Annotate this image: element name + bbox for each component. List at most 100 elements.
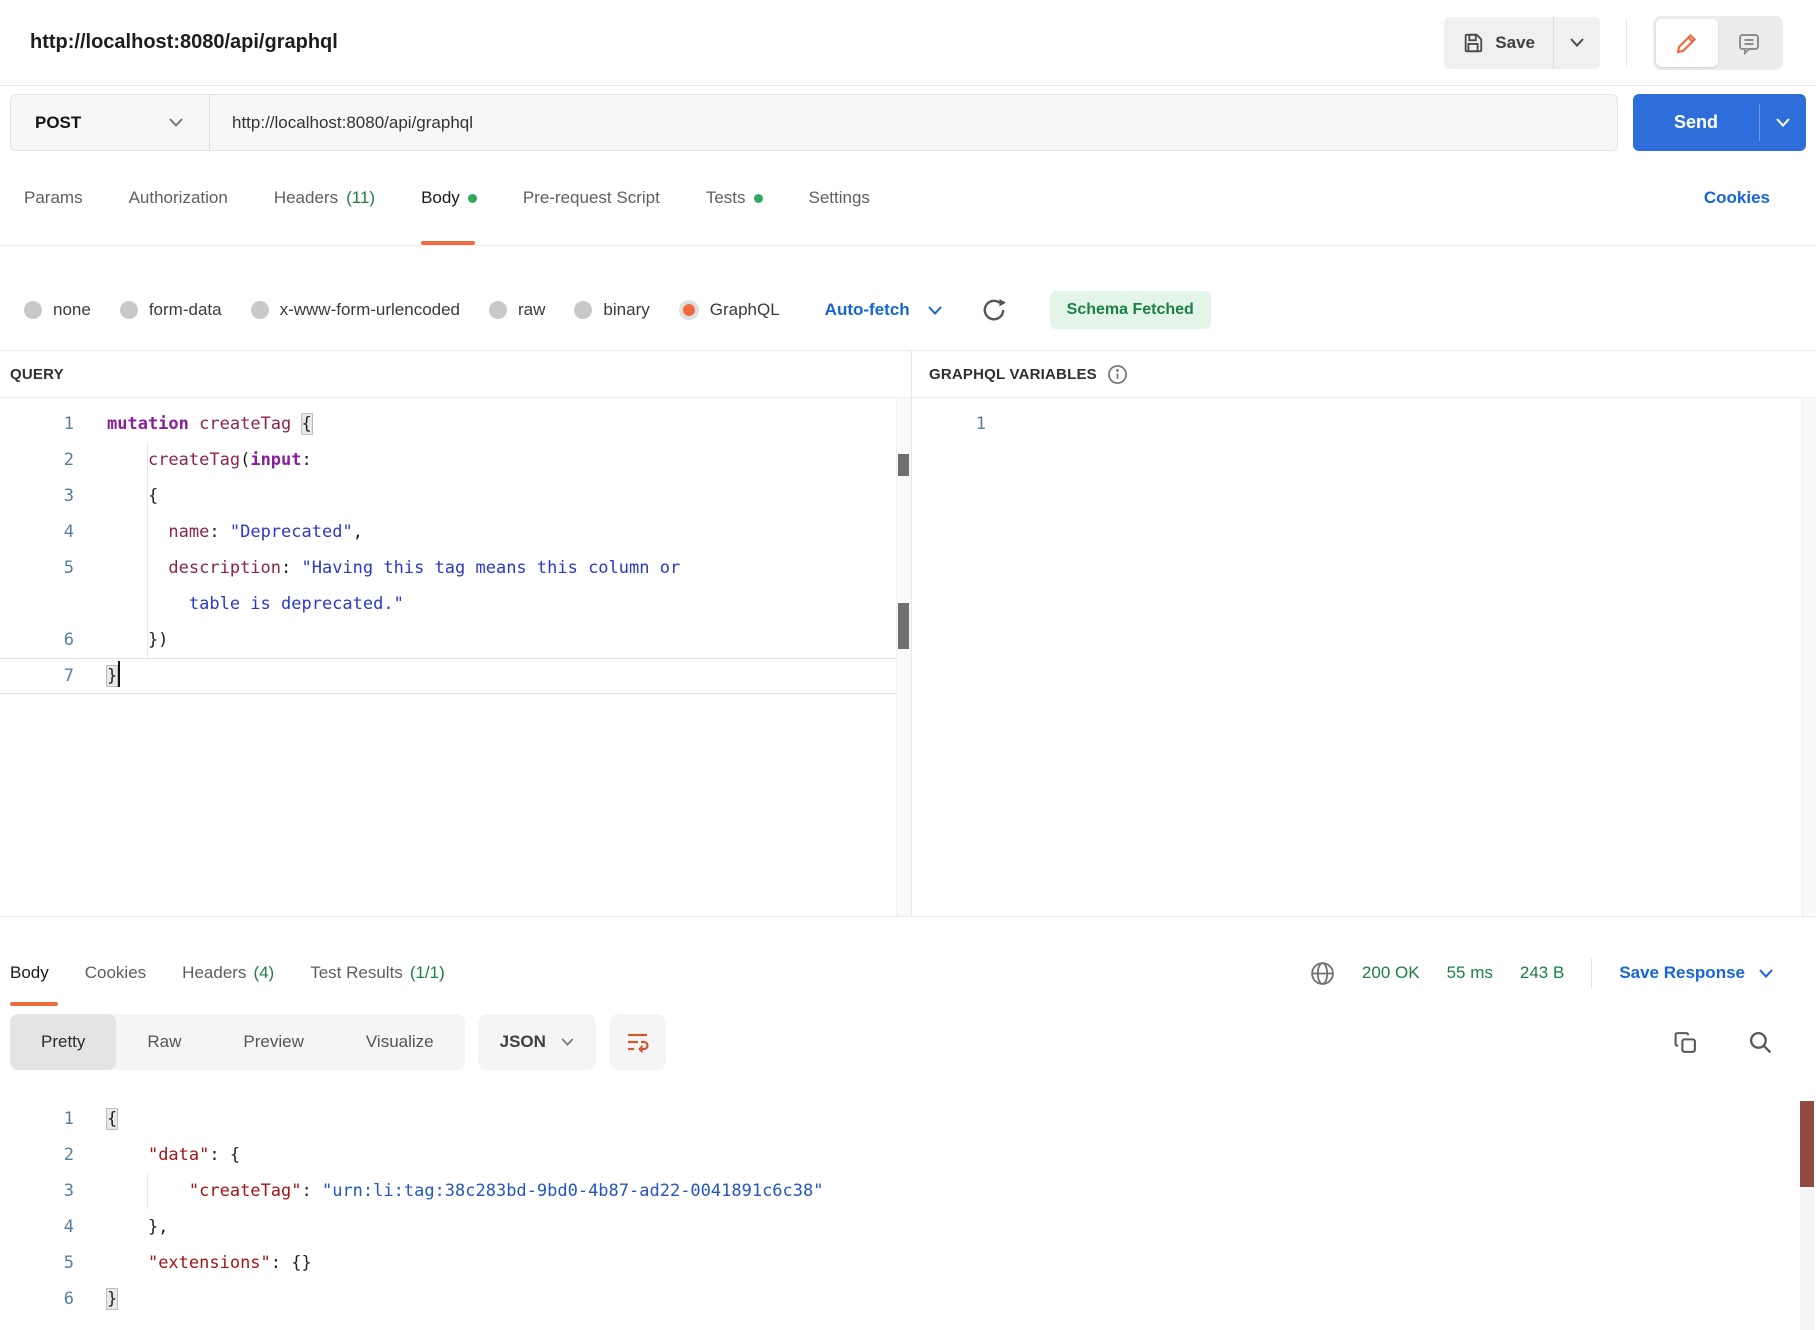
variables-editor[interactable]: 1 — [912, 397, 1816, 916]
chevron-down-icon — [561, 1038, 574, 1046]
view-visualize[interactable]: Visualize — [335, 1014, 465, 1070]
radio-icon — [251, 301, 269, 319]
response-tab-test-results[interactable]: Test Results(1/1) — [310, 940, 445, 1006]
save-response-button[interactable]: Save Response — [1619, 963, 1773, 983]
wrap-text-icon — [626, 1030, 650, 1054]
comment-icon — [1737, 31, 1761, 55]
response-time: 55 ms — [1447, 963, 1493, 983]
code-line: 2 "data": { — [0, 1137, 1816, 1173]
response-section: Body Cookies Headers(4) Test Results(1/1… — [0, 917, 1816, 1330]
tab-body[interactable]: Body — [421, 151, 477, 245]
pencil-icon — [1675, 31, 1699, 55]
send-button[interactable]: Send — [1633, 94, 1759, 151]
mode-x-www-form-urlencoded[interactable]: x-www-form-urlencoded — [251, 300, 460, 320]
radio-icon — [574, 301, 592, 319]
code-line: 4 name: "Deprecated", — [0, 514, 911, 550]
response-headers-count: (4) — [253, 963, 274, 983]
save-label: Save — [1495, 33, 1535, 53]
query-editor[interactable]: 1mutation createTag {2 createTag(input:3… — [0, 397, 911, 916]
wrap-text-button[interactable] — [610, 1014, 666, 1070]
code-line: 3 { — [0, 478, 911, 514]
refresh-icon — [981, 297, 1007, 323]
request-title: http://localhost:8080/api/graphql — [30, 31, 1444, 54]
line-number: 2 — [0, 442, 74, 478]
view-pretty[interactable]: Pretty — [10, 1014, 116, 1070]
line-number: 4 — [0, 1209, 74, 1245]
response-view-switcher: Pretty Raw Preview Visualize — [10, 1014, 465, 1070]
tab-settings[interactable]: Settings — [809, 151, 870, 245]
line-number: 5 — [0, 1245, 74, 1281]
line-number: 7 — [0, 658, 74, 694]
chevron-down-icon — [1776, 118, 1790, 127]
url-bar: POST http://localhost:8080/api/graphql — [10, 94, 1618, 151]
response-tabs-row: Body Cookies Headers(4) Test Results(1/1… — [0, 940, 1816, 1006]
mode-raw[interactable]: raw — [489, 300, 545, 320]
code-line: 5 description: "Having this tag means th… — [0, 550, 911, 586]
mode-form-data[interactable]: form-data — [120, 300, 222, 320]
mode-graphql[interactable]: GraphQL — [679, 300, 780, 320]
tab-headers[interactable]: Headers(11) — [274, 151, 375, 245]
query-scrollbar[interactable] — [896, 398, 911, 916]
variables-panel-header: GRAPHQL VARIABLES — [912, 351, 1816, 397]
line-number: 6 — [0, 622, 74, 658]
method-select[interactable]: POST — [11, 95, 209, 150]
variables-scrollbar[interactable] — [1802, 398, 1816, 916]
view-raw[interactable]: Raw — [116, 1014, 212, 1070]
app-header: http://localhost:8080/api/graphql Save — [0, 0, 1816, 86]
chevron-down-icon — [1759, 969, 1773, 978]
code-line: 3 "createTag": "urn:li:tag:38c283bd-9bd0… — [0, 1173, 1816, 1209]
tab-params[interactable]: Params — [24, 151, 83, 245]
variables-label: GRAPHQL VARIABLES — [929, 366, 1097, 383]
tests-modified-dot — [754, 194, 763, 203]
refresh-schema-button[interactable] — [981, 297, 1007, 323]
test-results-count: (1/1) — [410, 963, 445, 983]
radio-icon — [120, 301, 138, 319]
scrollbar-thumb[interactable] — [1800, 1101, 1814, 1187]
response-tab-cookies[interactable]: Cookies — [85, 940, 146, 1006]
code-line: table is deprecated." — [0, 586, 911, 622]
response-tab-headers[interactable]: Headers(4) — [182, 940, 274, 1006]
mode-none[interactable]: none — [24, 300, 91, 320]
search-button[interactable] — [1748, 1030, 1773, 1055]
send-dropdown-button[interactable] — [1760, 94, 1806, 151]
cookies-link[interactable]: Cookies — [1704, 188, 1770, 208]
variables-panel: GRAPHQL VARIABLES 1 — [912, 351, 1816, 916]
mode-binary[interactable]: binary — [574, 300, 649, 320]
globe-icon — [1310, 961, 1335, 986]
divider — [1626, 20, 1627, 66]
save-dropdown-button[interactable] — [1554, 17, 1600, 69]
auto-fetch-select[interactable]: Auto-fetch — [825, 300, 942, 320]
response-size: 243 B — [1520, 963, 1564, 983]
response-scrollbar[interactable] — [1800, 1101, 1814, 1330]
view-preview[interactable]: Preview — [212, 1014, 334, 1070]
query-panel: QUERY 1mutation createTag {2 createTag(i… — [0, 351, 912, 916]
response-tab-body[interactable]: Body — [10, 940, 49, 1006]
copy-icon — [1673, 1030, 1698, 1055]
code-line: 6} — [0, 1281, 1816, 1317]
chevron-down-icon — [169, 118, 183, 127]
response-meta: 200 OK 55 ms 243 B Save Response — [1310, 958, 1773, 988]
save-button[interactable]: Save — [1444, 17, 1553, 69]
response-body-editor[interactable]: 1{2 "data": {3 "createTag": "urn:li:tag:… — [0, 1101, 1816, 1317]
scrollbar-mark — [898, 454, 909, 476]
comments-button[interactable] — [1718, 19, 1780, 67]
edit-button[interactable] — [1656, 19, 1718, 67]
tab-tests[interactable]: Tests — [706, 151, 763, 245]
save-icon — [1462, 32, 1484, 54]
code-line: 1{ — [0, 1101, 1816, 1137]
chevron-down-icon — [928, 306, 942, 315]
tab-authorization[interactable]: Authorization — [129, 151, 228, 245]
copy-button[interactable] — [1673, 1030, 1698, 1055]
line-number: 1 — [0, 1101, 74, 1137]
url-input[interactable]: http://localhost:8080/api/graphql — [210, 113, 473, 133]
schema-status-badge: Schema Fetched — [1050, 291, 1211, 329]
divider — [1591, 958, 1592, 988]
info-icon[interactable] — [1107, 364, 1128, 385]
radio-icon — [489, 301, 507, 319]
send-split-button: Send — [1633, 94, 1806, 151]
format-select[interactable]: JSON — [478, 1014, 596, 1070]
code-line: 6 }) — [0, 622, 911, 658]
tab-pre-request-script[interactable]: Pre-request Script — [523, 151, 660, 245]
radio-icon — [24, 301, 42, 319]
line-number: 2 — [0, 1137, 74, 1173]
